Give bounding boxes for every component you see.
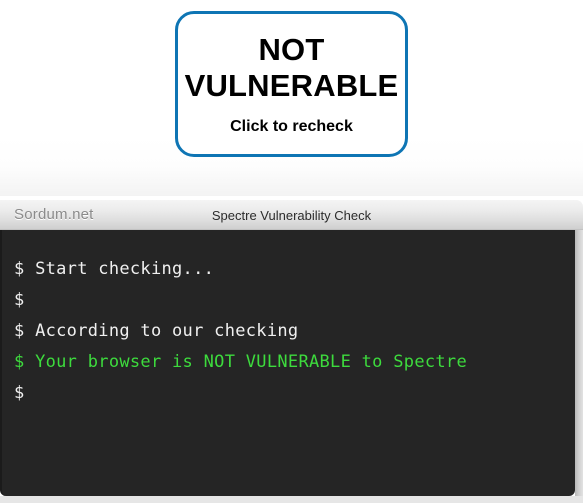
console-line: $ xyxy=(14,383,25,403)
window-title: Spectre Vulnerability Check xyxy=(211,208,372,223)
console-line: $ According to our checking xyxy=(14,321,299,341)
vulnerability-status-button[interactable]: NOT VULNERABLE Click to recheck xyxy=(175,11,408,157)
console-titlebar: Sordum.net Spectre Vulnerability Check xyxy=(0,200,583,230)
status-area: NOT VULNERABLE Click to recheck xyxy=(0,0,583,196)
console-right-edge xyxy=(575,230,583,499)
console-output[interactable]: $ Start checking... $ $ According to our c… xyxy=(0,230,575,496)
console-window: Sordum.net Spectre Vulnerability Check $… xyxy=(0,196,583,503)
console-line: $ Your browser is NOT VULNERABLE to Spec… xyxy=(14,352,467,372)
status-recheck-hint: Click to recheck xyxy=(230,117,353,135)
status-headline: NOT VULNERABLE xyxy=(184,32,399,103)
console-line: $ Start checking... xyxy=(14,259,215,279)
console-line: $ xyxy=(14,290,25,310)
console-bottom-edge xyxy=(0,496,583,503)
